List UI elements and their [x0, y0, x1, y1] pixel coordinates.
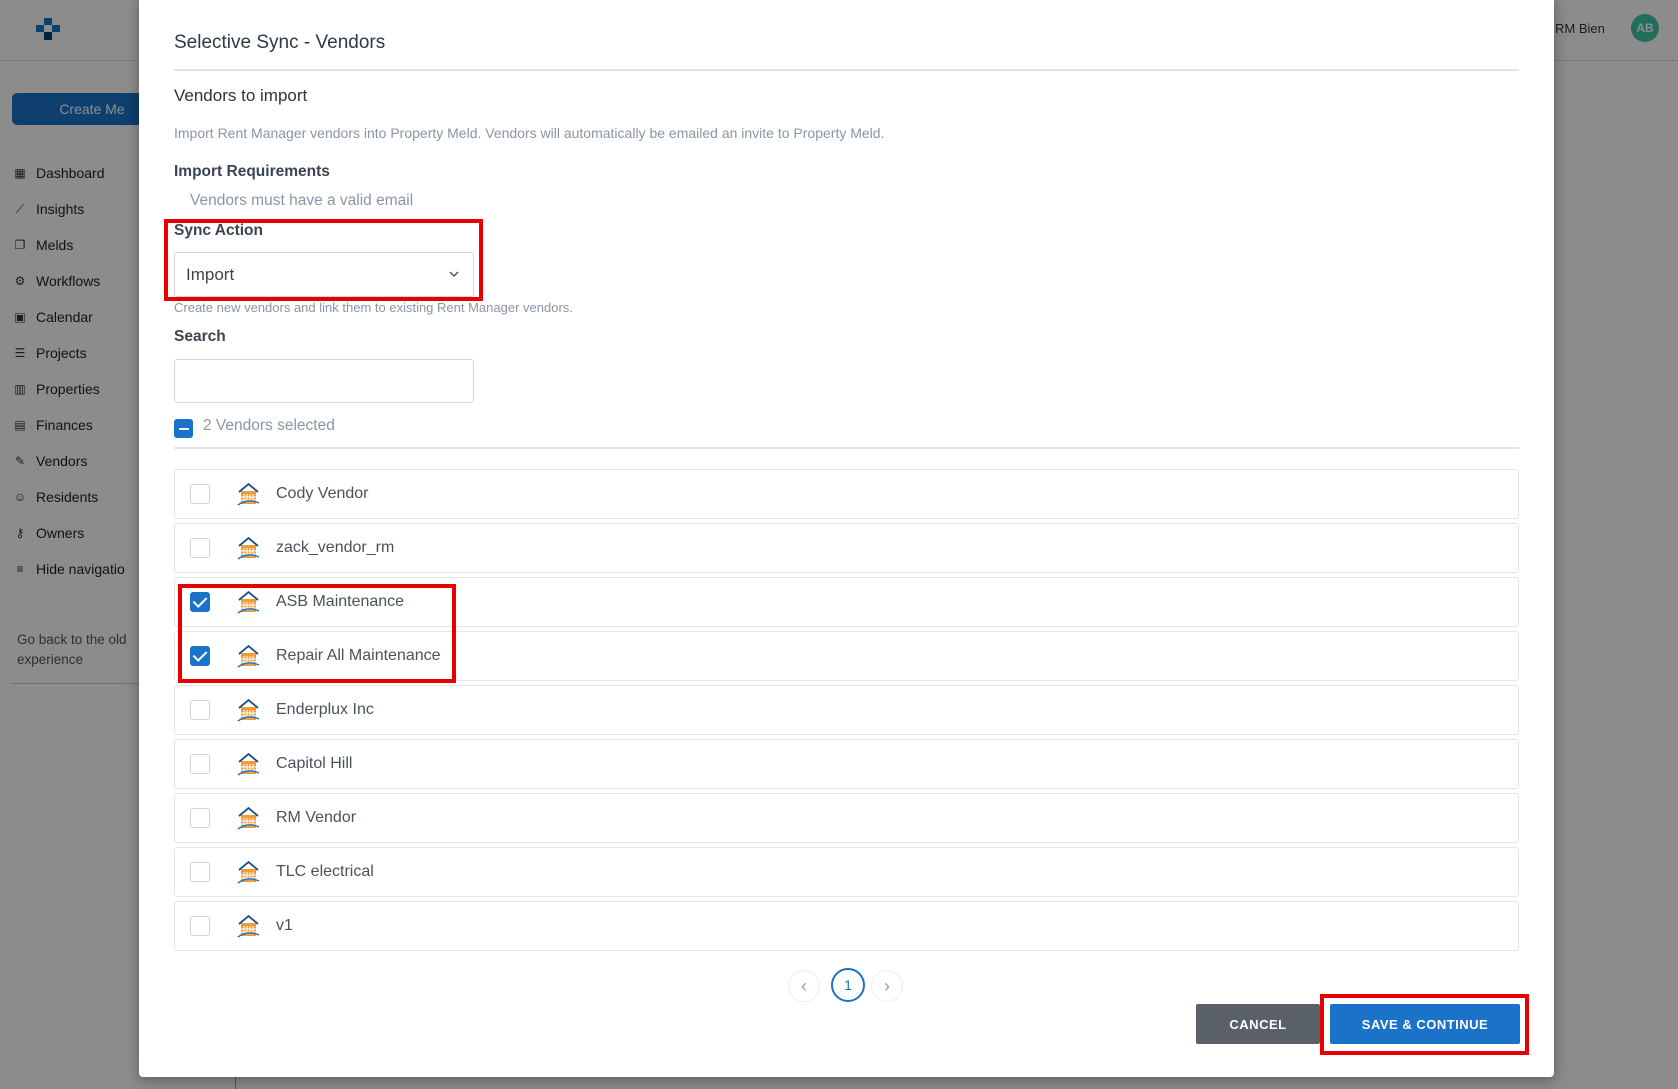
chevron-down-icon [449, 271, 459, 278]
vendor-name: Enderplux Inc [276, 701, 374, 718]
pagination-prev-button[interactable]: ‹ [788, 970, 820, 1002]
rent-manager-icon [237, 806, 260, 830]
vendor-checkbox[interactable] [190, 754, 210, 774]
rent-manager-icon [237, 590, 260, 614]
pagination-page-button[interactable]: 1 [831, 968, 865, 1002]
sync-action-select[interactable]: Import [174, 252, 474, 297]
pagination: ‹ 1 › [139, 966, 1554, 1006]
vendor-checkbox[interactable] [190, 808, 210, 828]
vendor-name: ASB Maintenance [276, 593, 405, 610]
vendor-row[interactable]: Enderplux Inc [174, 685, 1519, 735]
requirement-item: Vendors must have a valid email [190, 192, 414, 209]
vendor-list: Cody Vendor zack_vendor_rm ASB Maintenan… [174, 469, 1519, 955]
modal-title: Selective Sync - Vendors [174, 32, 386, 53]
rent-manager-icon [237, 644, 260, 668]
selected-count: 2 Vendors selected [203, 417, 335, 434]
section-title: Vendors to import [174, 86, 308, 105]
rent-manager-icon [237, 482, 260, 506]
sync-action-label: Sync Action [174, 222, 263, 239]
vendor-name: Capitol Hill [276, 755, 353, 772]
rent-manager-icon [237, 860, 260, 884]
vendor-name: RM Vendor [276, 809, 357, 826]
vendor-name: Cody Vendor [276, 485, 369, 502]
sync-action-value: Import [186, 265, 235, 284]
vendor-name: v1 [276, 917, 293, 934]
vendor-row[interactable]: v1 [174, 901, 1519, 951]
vendor-checkbox[interactable] [190, 646, 210, 666]
vendor-checkbox[interactable] [190, 538, 210, 558]
select-all-checkbox[interactable] [174, 419, 193, 438]
vendor-row[interactable]: Repair All Maintenance [174, 631, 1519, 681]
vendor-row[interactable]: RM Vendor [174, 793, 1519, 843]
section-description: Import Rent Manager vendors into Propert… [174, 125, 885, 141]
rent-manager-icon [237, 752, 260, 776]
vendor-name: TLC electrical [276, 863, 374, 880]
rent-manager-icon [237, 698, 260, 722]
vendor-name: zack_vendor_rm [276, 539, 395, 556]
vendor-row[interactable]: Capitol Hill [174, 739, 1519, 789]
search-label: Search [174, 328, 226, 345]
sync-action-hint: Create new vendors and link them to exis… [174, 300, 573, 315]
rent-manager-icon [237, 914, 260, 938]
vendor-row[interactable]: zack_vendor_rm [174, 523, 1519, 573]
selective-sync-modal: Selective Sync - Vendors Vendors to impo… [139, 0, 1554, 1077]
cancel-button[interactable]: CANCEL [1196, 1004, 1320, 1044]
vendor-checkbox[interactable] [190, 700, 210, 720]
vendor-row[interactable]: ASB Maintenance [174, 577, 1519, 627]
vendor-row[interactable]: Cody Vendor [174, 469, 1519, 519]
title-divider [174, 69, 1519, 71]
save-continue-button[interactable]: SAVE & CONTINUE [1330, 1004, 1520, 1044]
vendor-checkbox[interactable] [190, 484, 210, 504]
vendor-name: Repair All Maintenance [276, 647, 441, 664]
search-input[interactable] [174, 359, 474, 403]
pagination-next-button[interactable]: › [871, 970, 903, 1002]
requirements-label: Import Requirements [174, 163, 330, 180]
list-divider [174, 447, 1519, 449]
vendor-row[interactable]: TLC electrical [174, 847, 1519, 897]
vendor-checkbox[interactable] [190, 862, 210, 882]
rent-manager-icon [237, 536, 260, 560]
vendor-checkbox[interactable] [190, 916, 210, 936]
vendor-checkbox[interactable] [190, 592, 210, 612]
